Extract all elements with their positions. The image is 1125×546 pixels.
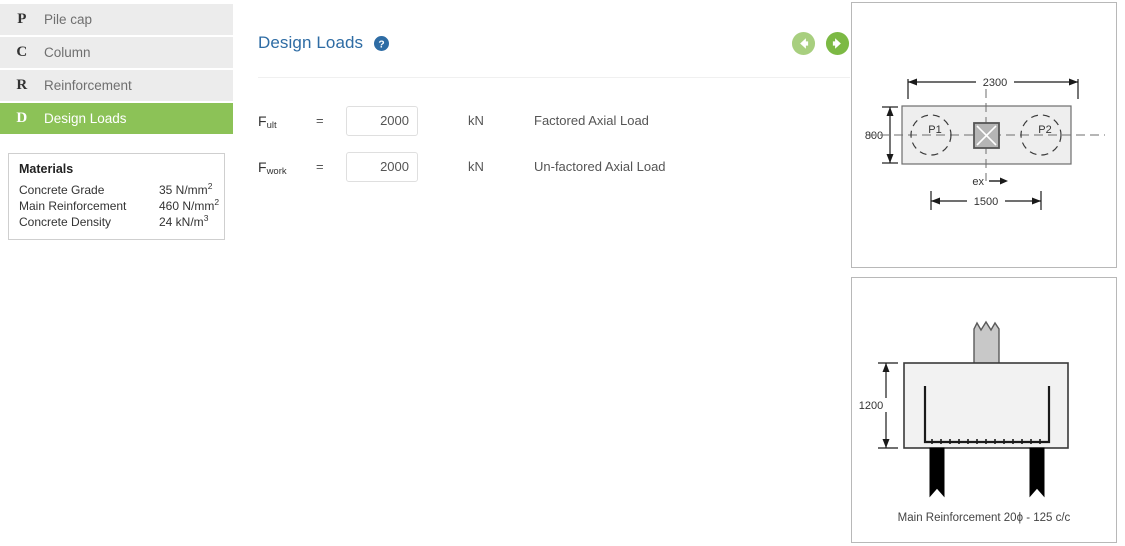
column-stub <box>973 320 1000 365</box>
arrow-right-circle-icon[interactable] <box>825 31 850 56</box>
section-caption: Main Reinforcement 20ϕ - 125 c/c <box>898 512 1071 524</box>
materials-row-value-text: 460 N/mm <box>159 199 215 213</box>
plan-depth-dim: 800 <box>865 130 883 142</box>
materials-row-value: 24 kN/m3 <box>159 214 208 230</box>
fult-input[interactable] <box>346 105 418 136</box>
section-height-dim: 1200 <box>859 400 883 412</box>
sidebar-item-column[interactable]: C Column <box>0 37 233 70</box>
materials-title: Materials <box>19 162 74 176</box>
pile-left <box>929 447 945 498</box>
pile-cap-designer-app: P Pile cap C Column R Reinforcement D De… <box>0 0 1125 546</box>
pile-right <box>1029 447 1045 498</box>
arrow-left-circle-icon[interactable] <box>791 31 816 56</box>
sidebar-item-label: Design Loads <box>44 111 127 126</box>
materials-panel: Materials Concrete Grade 35 N/mm2 Main R… <box>8 153 225 240</box>
pile-cap-section-svg: 1200 Main Reinforcement 20ϕ - 125 c/c <box>854 320 1071 524</box>
materials-row-value-text: 35 N/mm <box>159 183 208 197</box>
sidebar-item-letter: P <box>17 11 27 27</box>
sidebar-item-pile-cap[interactable]: P Pile cap <box>0 4 233 37</box>
field-symbol-fult: Fult <box>258 112 316 131</box>
field-symbol-base: F <box>258 112 267 129</box>
materials-row: Main Reinforcement 460 N/mm2 <box>19 198 219 214</box>
field-description-fult: Factored Axial Load <box>534 113 649 129</box>
sidebar: P Pile cap C Column R Reinforcement D De… <box>0 0 233 546</box>
sidebar-item-label: Column <box>44 45 91 60</box>
sidebar-nav: P Pile cap C Column R Reinforcement D De… <box>0 4 233 136</box>
materials-row-value-text: 24 kN/m <box>159 215 204 229</box>
materials-row-value-exponent: 2 <box>207 181 213 191</box>
materials-row-label: Main Reinforcement <box>19 199 127 213</box>
materials-row: Concrete Density 24 kN/m3 <box>19 214 214 230</box>
panel-header: Design Loads ? <box>258 22 850 78</box>
materials-row-label: Concrete Density <box>19 215 112 229</box>
svg-text:?: ? <box>379 39 385 50</box>
pile-cap-body <box>903 362 1069 449</box>
field-equals-sign: = <box>316 113 324 129</box>
materials-row-value: 35 N/mm2 <box>159 182 212 198</box>
sidebar-item-label: Pile cap <box>44 12 93 27</box>
sidebar-item-letter: C <box>16 44 28 60</box>
sidebar-item-letter: R <box>16 77 28 93</box>
field-unit-fwork: kN <box>468 159 484 175</box>
materials-row-label: Concrete Grade <box>19 183 105 197</box>
field-unit-fult: kN <box>468 113 484 129</box>
eccentricity-label: ex <box>972 176 984 188</box>
field-description-fwork: Un-factored Axial Load <box>534 159 666 175</box>
materials-row: Concrete Grade 35 N/mm2 <box>19 182 214 198</box>
sidebar-item-label: Reinforcement <box>44 78 132 93</box>
sidebar-item-design-loads[interactable]: D Design Loads <box>0 103 233 136</box>
pile-cap-plan-svg: 2300 800 P1 P2 ex 1500 <box>860 75 1105 210</box>
sidebar-item-letter: D <box>16 110 28 126</box>
field-symbol-fwork: Fwork <box>258 158 316 177</box>
field-symbol-base: F <box>258 158 267 175</box>
sidebar-item-reinforcement[interactable]: R Reinforcement <box>0 70 233 103</box>
fwork-input[interactable] <box>346 151 418 182</box>
field-equals-sign: = <box>316 159 324 175</box>
help-circle-icon[interactable]: ? <box>374 35 390 51</box>
field-symbol-subscript: work <box>266 165 287 177</box>
materials-row-value: 460 N/mm2 <box>159 198 219 214</box>
drawing-panel: 2300 800 P1 P2 ex 1500 1200 Main Reinfor… <box>851 0 1125 546</box>
plan-spacing-dim: 1500 <box>974 196 998 208</box>
pile-label-p2: P2 <box>1038 124 1051 136</box>
pile-label-p1: P1 <box>928 124 941 136</box>
pile-cap-plan-card[interactable]: 2300 800 P1 P2 ex 1500 <box>851 2 1117 268</box>
pile-cap-section-card[interactable]: 1200 Main Reinforcement 20ϕ - 125 c/c <box>851 277 1117 543</box>
field-symbol-subscript: ult <box>266 119 277 131</box>
plan-width-dim: 2300 <box>983 77 1007 89</box>
page-title: Design Loads <box>258 33 364 53</box>
materials-row-value-exponent: 3 <box>203 213 209 223</box>
materials-row-value-exponent: 2 <box>214 197 220 207</box>
wizard-navigation <box>791 31 850 56</box>
